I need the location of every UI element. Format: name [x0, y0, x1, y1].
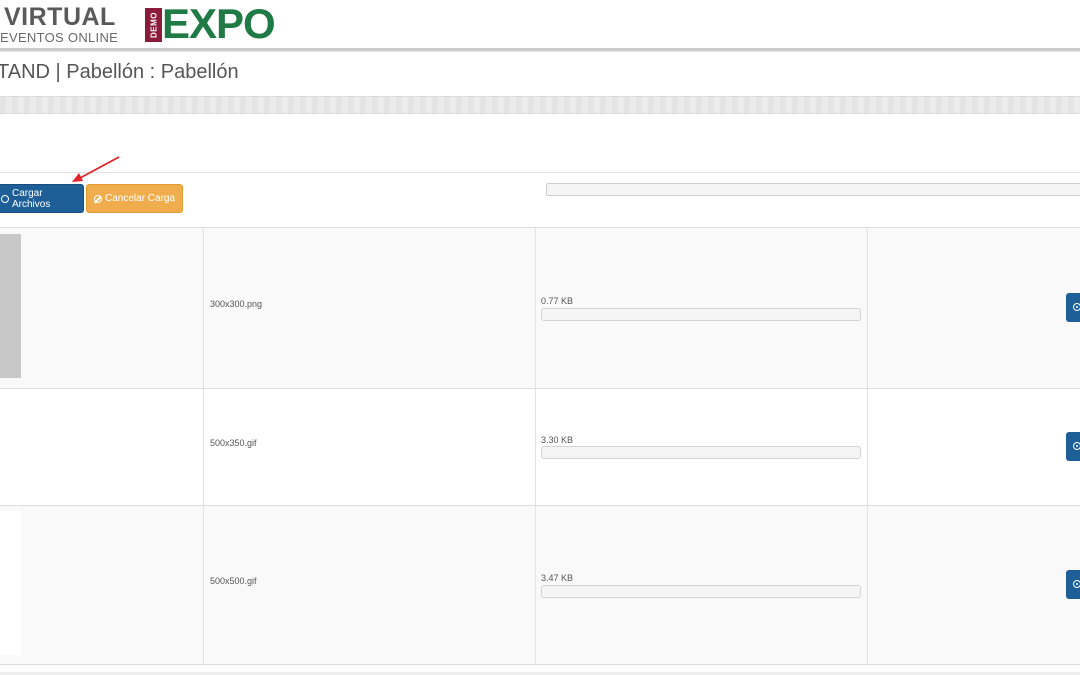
file-progress-bar — [541, 446, 861, 459]
annotation-arrow-icon — [72, 156, 120, 182]
file-thumbnail — [0, 234, 21, 378]
start-upload-button[interactable] — [1066, 293, 1080, 322]
file-name: 300x300.png — [210, 299, 263, 309]
file-name: 500x500.gif — [210, 576, 257, 586]
upload-icon — [1073, 303, 1080, 311]
brand-name: VIRTUAL — [4, 3, 116, 31]
file-size: 0.77 KB — [541, 296, 574, 306]
section-band — [0, 96, 1080, 114]
divider — [0, 172, 1080, 173]
cancel-upload-button[interactable]: Cancelar Carga — [86, 184, 183, 213]
upload-icon — [1, 194, 9, 203]
table-row: 500x350.gif 3.30 KB — [0, 388, 1080, 505]
table-row: 500x500.gif 3.47 KB — [0, 505, 1080, 665]
app-header: VIRTUAL EVENTOS ONLINE DEMO EXPO — [0, 0, 1080, 48]
file-progress-bar — [541, 308, 861, 321]
table-row: 300x300.png 0.77 KB — [0, 227, 1080, 388]
brand-tagline: EVENTOS ONLINE — [0, 30, 119, 45]
cancel-upload-label: Cancelar Carga — [105, 193, 176, 204]
upload-files-label: Cargar Archivos — [11, 187, 51, 210]
upload-icon — [1073, 580, 1080, 588]
file-size: 3.30 KB — [541, 435, 574, 445]
file-progress-bar — [541, 585, 861, 598]
total-progress-bar — [546, 183, 1080, 196]
upload-files-button[interactable]: Cargar Archivos — [0, 184, 84, 213]
expo-logo: EXPO — [162, 0, 276, 47]
demo-badge: DEMO — [145, 8, 162, 42]
start-upload-button[interactable] — [1066, 570, 1080, 599]
start-upload-button[interactable] — [1066, 432, 1080, 461]
upload-icon — [1073, 442, 1080, 450]
file-thumbnail — [0, 511, 21, 655]
ban-icon — [94, 194, 102, 203]
file-size: 3.47 KB — [541, 573, 574, 583]
page-title: TAND | Pabellón : Pabellón — [0, 61, 239, 83]
file-name: 500x350.gif — [210, 438, 257, 448]
